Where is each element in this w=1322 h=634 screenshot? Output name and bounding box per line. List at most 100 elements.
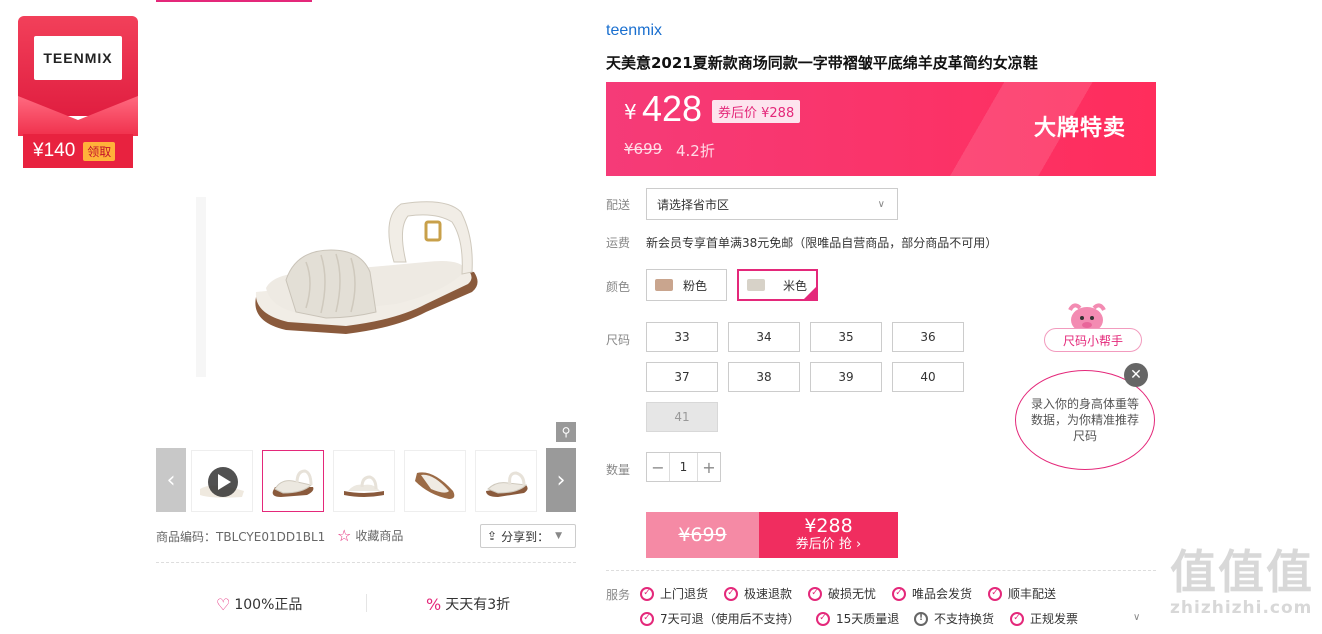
service-item: ✓ 7天可退（使用后不支持） bbox=[640, 610, 800, 627]
thumbnail-video[interactable] bbox=[191, 450, 253, 512]
shipping-label: 配送 bbox=[606, 198, 631, 212]
guarantee-label: 100%正品 bbox=[234, 597, 303, 613]
service-item: ✓ 正规发票 bbox=[1010, 610, 1078, 627]
original-price: ¥699 bbox=[624, 140, 663, 158]
size-option[interactable]: 40 bbox=[892, 362, 964, 392]
fee-text: 新会员专享首单满38元免邮（限唯品自营商品，部分商品不可用） bbox=[646, 236, 998, 250]
size-option[interactable]: 33 bbox=[646, 322, 718, 352]
main-product-image[interactable] bbox=[156, 22, 576, 442]
coupon-price-tag: 券后价 ¥288 bbox=[712, 100, 801, 123]
region-select[interactable]: 请选择省市区 ∨ bbox=[646, 188, 898, 220]
buy-button[interactable]: ¥699 ¥288 券后价 抢 › bbox=[646, 512, 898, 558]
coupon-claim-button[interactable]: 领取 bbox=[83, 141, 116, 161]
favorite-label: 收藏商品 bbox=[355, 529, 404, 543]
share-label: 分享到： bbox=[501, 529, 550, 544]
guarantee-authentic: ♡ 100%正品 bbox=[216, 594, 302, 614]
coupon-bottom[interactable]: ¥140 领取 bbox=[23, 134, 133, 168]
check-icon: ✓ bbox=[816, 611, 830, 626]
check-icon: ✓ bbox=[808, 586, 822, 601]
check-icon: ✓ bbox=[988, 586, 1002, 601]
service-text: 正规发票 bbox=[1030, 612, 1079, 626]
service-text: 极速退款 bbox=[744, 587, 793, 601]
product-title: 天美意2021夏新款商场同款一字带褶皱平底绵羊皮革简约女凉鞋 bbox=[606, 54, 1038, 72]
color-label: 颜色 bbox=[606, 280, 631, 294]
size-option[interactable]: 34 bbox=[728, 322, 800, 352]
buy-coupon-button[interactable]: ¥288 券后价 抢 › bbox=[759, 512, 898, 558]
color-name: 米色 bbox=[783, 278, 808, 293]
plus-button[interactable]: + bbox=[698, 453, 720, 481]
promo-label: 大牌特卖 bbox=[1033, 116, 1126, 141]
brand-link[interactable]: teenmix bbox=[606, 22, 662, 40]
divider-vertical bbox=[366, 594, 367, 612]
chevron-down-icon[interactable]: ∨ bbox=[1133, 612, 1140, 623]
fee-label: 运费 bbox=[606, 236, 631, 250]
size-option[interactable]: 36 bbox=[892, 322, 964, 352]
check-icon: ✓ bbox=[892, 586, 906, 601]
sandal-illustration bbox=[196, 197, 478, 377]
services-label: 服务 bbox=[606, 588, 631, 602]
size-option[interactable]: 35 bbox=[810, 322, 882, 352]
size-helper-button[interactable]: 尺码小帮手 bbox=[1044, 328, 1142, 352]
service-item: ! 不支持换货 bbox=[914, 610, 994, 627]
divider bbox=[606, 570, 1156, 571]
discount-rate: 4.2折 bbox=[676, 142, 715, 160]
info-icon: ! bbox=[914, 611, 928, 626]
region-placeholder: 请选择省市区 bbox=[657, 197, 730, 212]
color-swatch bbox=[655, 279, 673, 291]
price-banner: ¥ 428 券后价 ¥288 ¥699 4.2折 大牌特卖 bbox=[606, 82, 1156, 176]
star-icon: ☆ bbox=[337, 526, 352, 545]
check-icon: ✓ bbox=[640, 611, 654, 626]
magnifier-icon[interactable]: ⚲ bbox=[556, 422, 576, 442]
thumb-prev-button[interactable]: ‹ bbox=[156, 448, 186, 512]
color-swatch bbox=[747, 279, 765, 291]
divider bbox=[156, 562, 576, 563]
sandal-thumb-icon bbox=[272, 469, 314, 497]
size-option[interactable]: 37 bbox=[646, 362, 718, 392]
close-icon[interactable]: ✕ bbox=[1124, 363, 1148, 387]
size-option[interactable]: 38 bbox=[728, 362, 800, 392]
thumbnail-4[interactable] bbox=[404, 450, 466, 512]
brand-logo: TEENMIX bbox=[34, 36, 122, 80]
color-option-pink[interactable]: 粉色 bbox=[646, 269, 727, 301]
thumb-next-button[interactable]: › bbox=[546, 448, 576, 512]
service-text: 上门退货 bbox=[660, 587, 709, 601]
current-price: 428 bbox=[642, 88, 703, 129]
size-option[interactable]: 39 bbox=[810, 362, 882, 392]
size-label: 尺码 bbox=[606, 333, 631, 347]
service-text: 破损无忧 bbox=[828, 587, 877, 601]
favorite-button[interactable]: ☆ 收藏商品 bbox=[337, 526, 403, 545]
quantity-label: 数量 bbox=[606, 463, 631, 477]
minus-button[interactable]: − bbox=[647, 453, 669, 481]
watermark-big: 值值值 bbox=[1170, 545, 1314, 599]
service-item: ✓ 15天质量退 bbox=[816, 610, 899, 627]
watermark-url: zhizhizhi.com bbox=[1170, 598, 1313, 618]
service-item: ✓ 破损无忧 bbox=[808, 585, 876, 602]
coupon-badge[interactable]: TEENMIX ¥140 领取 bbox=[18, 16, 138, 168]
sandal-thumb-icon bbox=[486, 471, 528, 497]
service-item: ✓ 唯品会发货 bbox=[892, 585, 972, 602]
service-item: ✓ 极速退款 bbox=[724, 585, 792, 602]
quantity-value[interactable]: 1 bbox=[669, 453, 698, 481]
discount-icon: % bbox=[426, 594, 442, 614]
thumbnail-5[interactable] bbox=[475, 450, 537, 512]
chevron-down-icon: ∨ bbox=[877, 198, 885, 210]
buy-coupon-action: 券后价 抢 › bbox=[795, 537, 862, 552]
service-text: 唯品会发货 bbox=[912, 587, 973, 601]
product-code: 商品编码：TBLCYE01DD1BL1 bbox=[156, 530, 326, 544]
color-option-beige[interactable]: 米色 bbox=[737, 269, 818, 301]
thumbnail-2[interactable] bbox=[262, 450, 324, 512]
check-icon: ✓ bbox=[640, 586, 654, 601]
share-dropdown[interactable]: ⇪ 分享到： ▼ bbox=[480, 524, 576, 548]
check-icon: ✓ bbox=[1010, 611, 1024, 626]
service-text: 7天可退（使用后不支持） bbox=[660, 612, 800, 626]
sole-thumb-icon bbox=[415, 472, 455, 499]
thumbnail-3[interactable] bbox=[333, 450, 395, 512]
buy-original-price: ¥699 bbox=[646, 512, 759, 558]
check-icon: ✓ bbox=[724, 586, 738, 601]
video-play-icon bbox=[200, 467, 244, 498]
service-text: 顺丰配送 bbox=[1008, 587, 1057, 601]
coupon-amount: ¥140 bbox=[33, 140, 76, 161]
size-option-disabled: 41 bbox=[646, 402, 718, 432]
caret-down-icon: ▼ bbox=[555, 531, 562, 541]
service-text: 15天质量退 bbox=[836, 612, 900, 626]
